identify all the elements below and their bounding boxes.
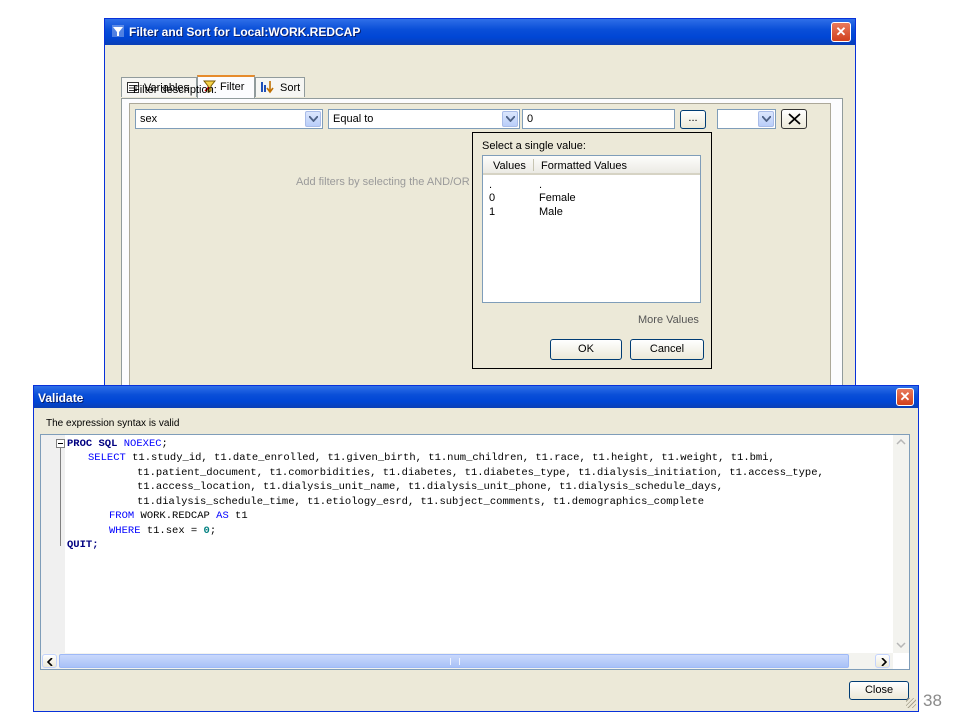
collapse-toggle-icon[interactable]: [56, 439, 65, 448]
validate-window: Validate ✕ The expression syntax is vali…: [33, 385, 919, 712]
scroll-left-icon: [47, 658, 53, 666]
code-from: FROM: [109, 510, 135, 522]
values-list[interactable]: Values Formatted Values . . 0 Female 1 M…: [482, 155, 701, 303]
variable-dropdown-icon[interactable]: [305, 111, 321, 127]
code-select: SELECT: [88, 452, 126, 464]
code-cols-4: t1.dialysis_schedule_time, t1.etiology_e…: [137, 496, 705, 508]
list-item[interactable]: . .: [489, 179, 689, 192]
list-item-formatted: .: [539, 179, 543, 191]
filter-window-close-button[interactable]: ✕: [831, 22, 851, 42]
browse-values-label: ...: [688, 112, 698, 124]
validate-window-titlebar[interactable]: Validate ✕: [34, 386, 918, 408]
filter-description-label: Filter description:: [133, 84, 217, 96]
value-picker-popup: Select a single value: Values Formatted …: [472, 132, 712, 369]
code-as: AS: [216, 510, 229, 522]
list-item-value: .: [489, 179, 493, 191]
column-header-values[interactable]: Values: [493, 160, 526, 172]
ok-button[interactable]: OK: [550, 339, 622, 360]
value-input[interactable]: 0: [522, 109, 675, 129]
connector-select[interactable]: [717, 109, 776, 129]
filter-app-icon: [112, 25, 124, 37]
code-line-4: t1.access_location, t1.dialysis_unit_nam…: [137, 481, 723, 493]
list-item-value: 0: [489, 192, 496, 204]
filter-hint-text: Add filters by selecting the AND/OR c: [296, 176, 479, 188]
list-item[interactable]: 0 Female: [489, 192, 689, 205]
variable-select[interactable]: sex: [135, 109, 323, 129]
list-item-formatted: Male: [539, 206, 563, 218]
code-line-6: FROM WORK.REDCAP AS t1: [109, 510, 248, 522]
scroll-right-button[interactable]: [875, 654, 890, 668]
close-button[interactable]: Close: [849, 681, 909, 700]
tab-sort-label: Sort: [280, 82, 301, 94]
scroll-right-icon: [881, 658, 887, 666]
connector-dropdown-icon[interactable]: [758, 111, 774, 127]
editor-gutter: [41, 435, 65, 653]
thumb-grip-icon: [450, 658, 460, 665]
code-line-8: QUIT;: [67, 539, 99, 551]
code-where: WHERE: [109, 525, 141, 537]
code-line-7: WHERE t1.sex = 0;: [109, 525, 216, 537]
vertical-scrollbar[interactable]: [893, 435, 909, 653]
code-noexec: NOEXEC: [123, 438, 162, 450]
code-alias: t1: [228, 510, 248, 522]
list-item-value: 1: [489, 206, 496, 218]
code-where-end: ;: [209, 525, 217, 537]
close-button-label: Close: [864, 684, 894, 696]
list-item[interactable]: 1 Male: [489, 206, 689, 219]
scroll-up-icon[interactable]: [896, 439, 906, 445]
code-editor[interactable]: PROC SQL NOEXEC; SELECT t1.study_id, t1.…: [40, 434, 910, 670]
code-line-1: PROC SQL NOEXEC;: [67, 438, 168, 450]
remove-x-icon: [788, 113, 801, 125]
filter-window-titlebar[interactable]: Filter and Sort for Local:WORK.REDCAP ✕: [105, 19, 855, 45]
code-select-cols: t1.study_id, t1.date_enrolled, t1.given_…: [125, 452, 775, 464]
horizontal-scroll-thumb[interactable]: [59, 654, 849, 668]
fold-line: [60, 448, 61, 546]
browse-values-button[interactable]: ...: [680, 110, 706, 129]
validation-status: The expression syntax is valid: [46, 418, 180, 429]
code-condition: t1.sex =: [140, 525, 204, 537]
validate-window-title: Validate: [38, 391, 84, 405]
cancel-button-label: Cancel: [649, 343, 685, 355]
variable-select-value: sex: [140, 113, 158, 125]
operator-dropdown-icon[interactable]: [502, 111, 518, 127]
scroll-left-button[interactable]: [42, 654, 57, 668]
list-item-formatted: Female: [539, 192, 576, 204]
code-proc-sql: PROC SQL: [67, 438, 118, 450]
filter-window-title: Filter and Sort for Local:WORK.REDCAP: [129, 25, 361, 39]
ok-button-label: OK: [578, 343, 594, 355]
values-list-header: Values Formatted Values: [483, 156, 700, 175]
column-header-formatted[interactable]: Formatted Values: [541, 160, 627, 172]
scroll-down-icon[interactable]: [896, 642, 906, 648]
code-line-5: t1.dialysis_schedule_time, t1.etiology_e…: [137, 496, 704, 508]
tab-sort[interactable]: Sort: [255, 77, 305, 97]
validate-window-close-button[interactable]: ✕: [896, 388, 914, 406]
more-values-link[interactable]: More Values: [638, 314, 699, 326]
code-quit: QUIT;: [67, 539, 99, 551]
code-cols-2: t1.patient_document, t1.comorbidities, t…: [137, 467, 824, 479]
cancel-button[interactable]: Cancel: [630, 339, 704, 360]
horizontal-scrollbar[interactable]: [41, 653, 893, 669]
code-table: WORK.REDCAP: [134, 510, 217, 522]
code-line-3: t1.patient_document, t1.comorbidities, t…: [137, 467, 824, 479]
sort-tab-icon: [261, 81, 274, 94]
operator-select[interactable]: Equal to: [328, 109, 520, 129]
page-number: 38: [923, 691, 942, 710]
resize-grip-icon[interactable]: [906, 698, 916, 708]
tab-filter-label: Filter: [220, 81, 245, 93]
value-input-text: 0: [527, 113, 534, 125]
code-semicolon: ;: [161, 438, 168, 450]
column-separator: [533, 159, 534, 171]
operator-select-value: Equal to: [333, 113, 374, 125]
select-value-prompt: Select a single value:: [482, 140, 586, 152]
code-cols-3: t1.access_location, t1.dialysis_unit_nam…: [137, 481, 723, 493]
code-line-2: SELECT t1.study_id, t1.date_enrolled, t1…: [88, 452, 775, 464]
remove-filter-button[interactable]: [781, 109, 807, 129]
